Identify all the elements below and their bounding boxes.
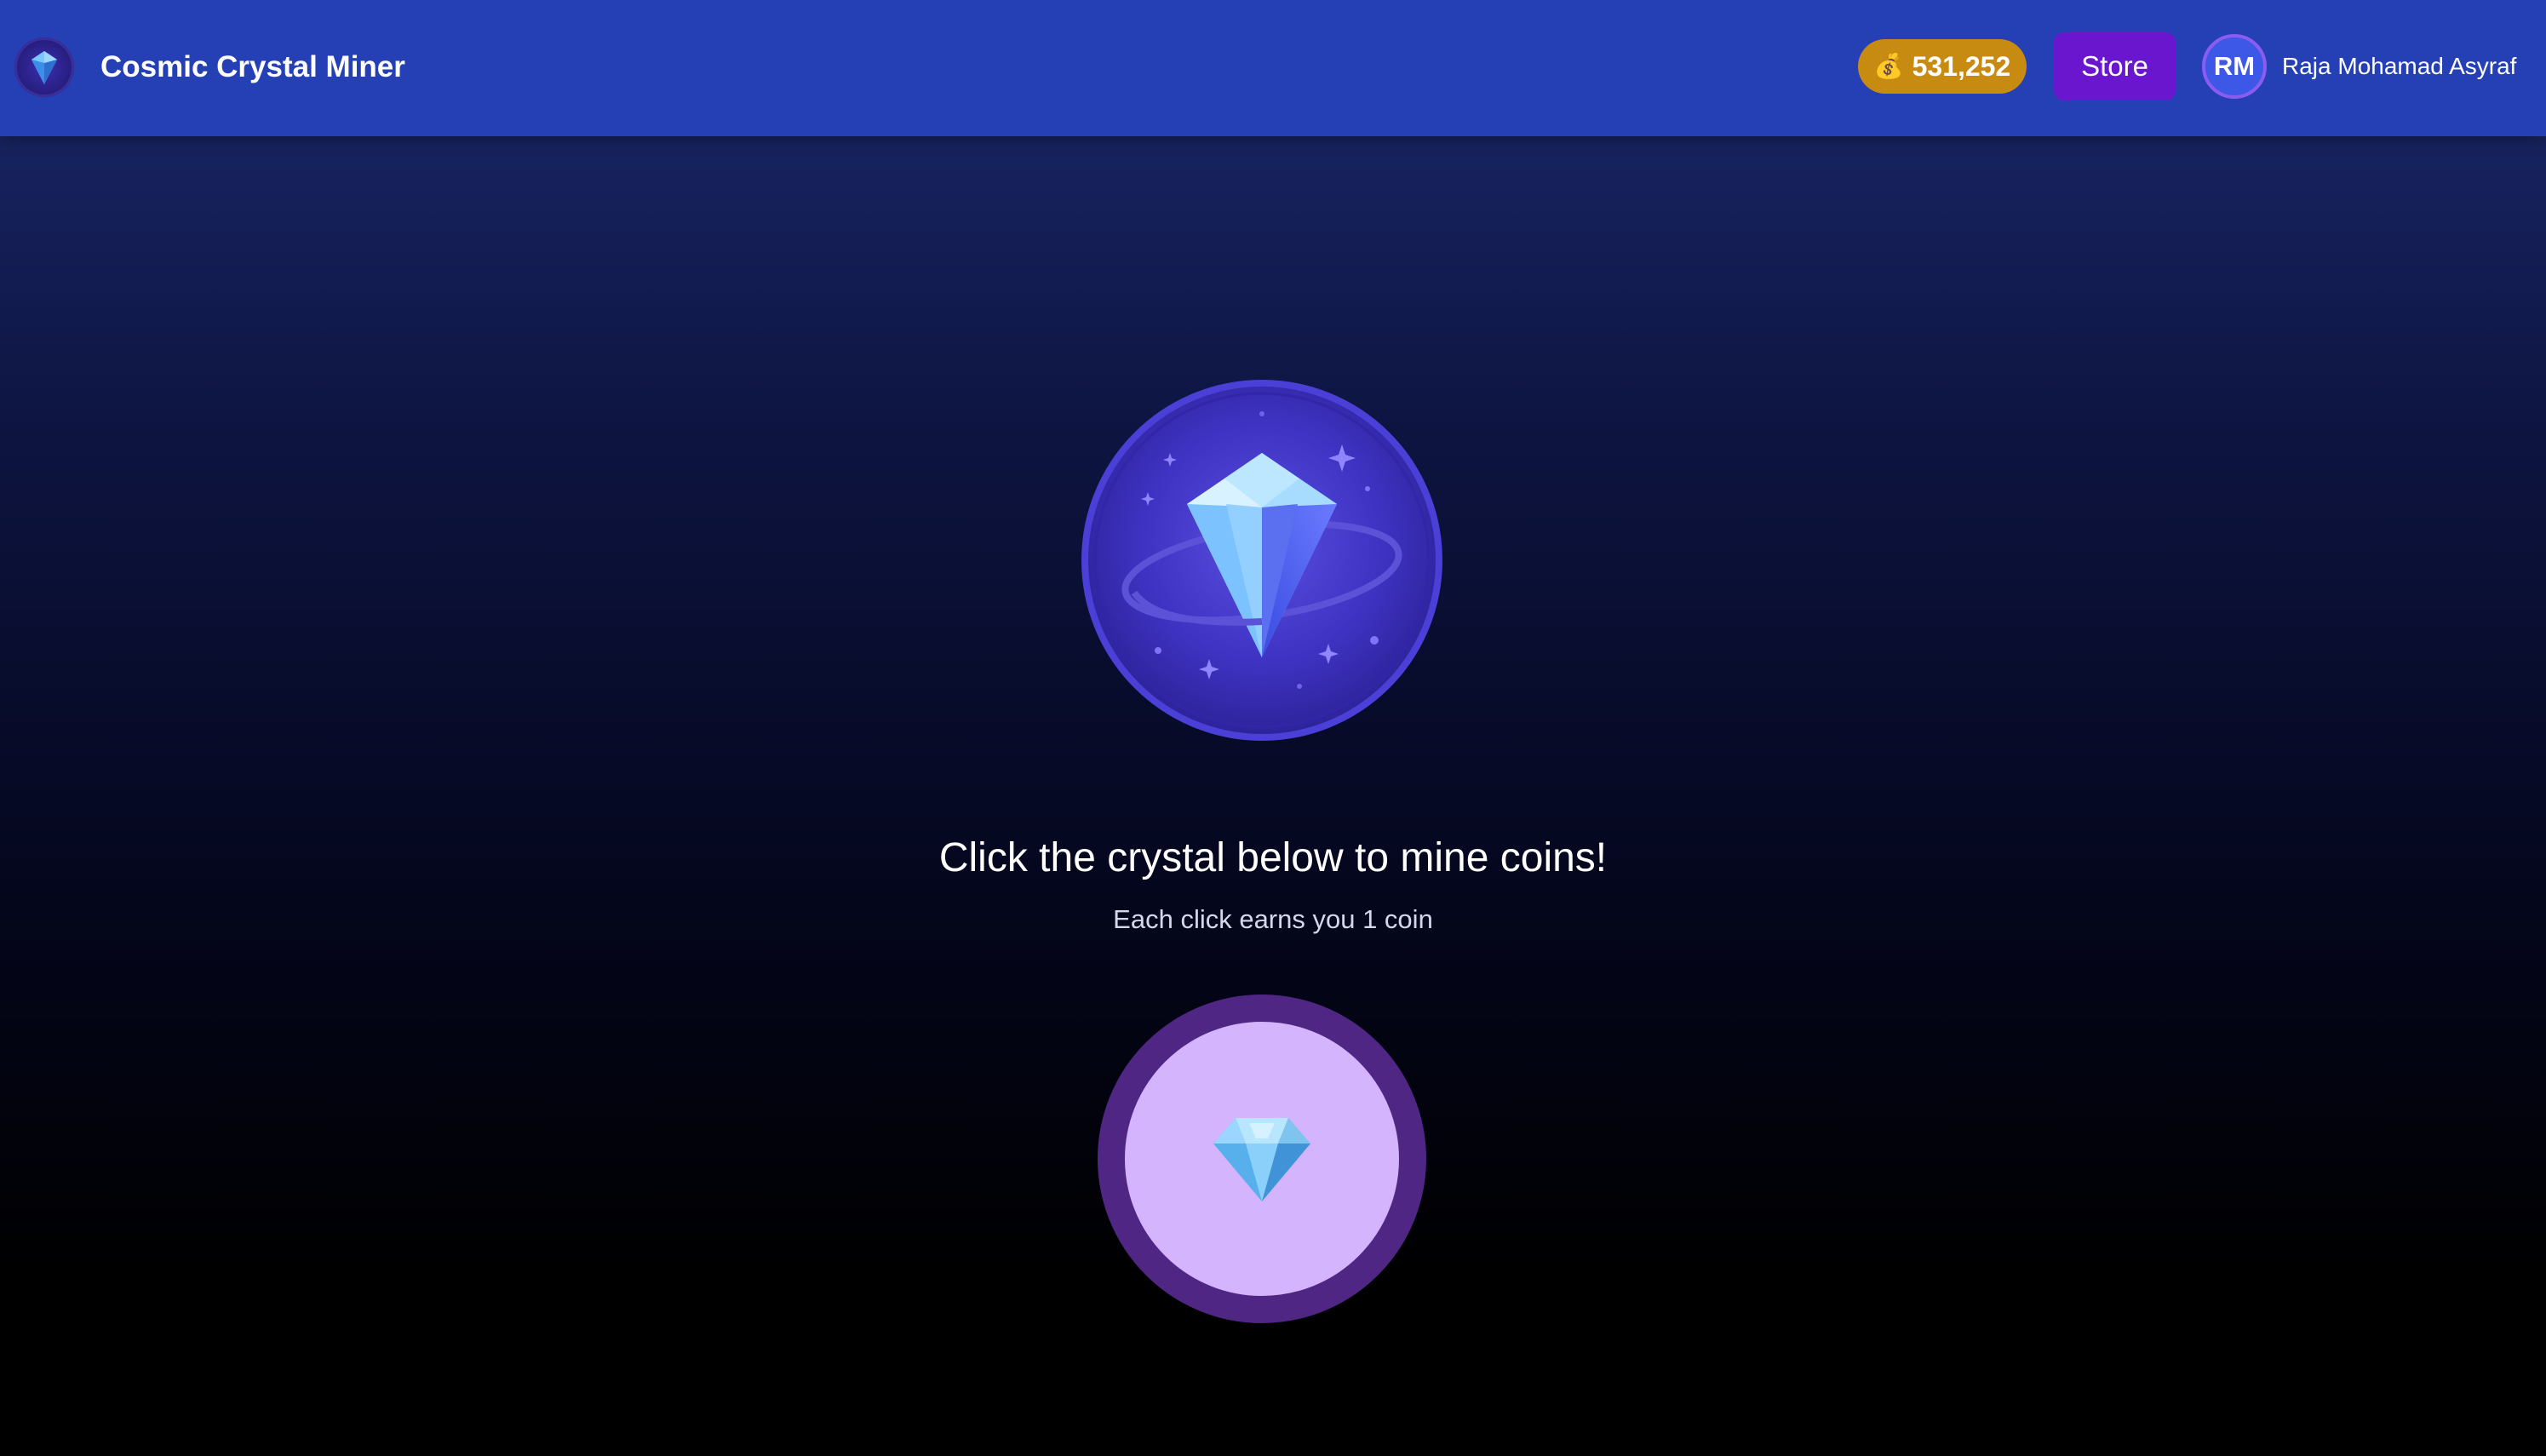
app-title: Cosmic Crystal Miner <box>100 50 405 83</box>
gem-icon <box>32 51 57 84</box>
money-bag-icon: 💰 <box>1873 53 1904 79</box>
store-button[interactable]: Store <box>2054 32 2176 100</box>
avatar[interactable]: RM <box>2202 34 2267 99</box>
gem-icon <box>1213 1118 1310 1201</box>
coin-balance-value: 531,252 <box>1912 50 2011 82</box>
user-menu[interactable]: RM Raja Mohamad Asyraf <box>2202 31 2516 102</box>
crystal-planet-icon <box>1081 380 1442 741</box>
mine-instruction-subtext: Each click earns you 1 coin <box>1113 904 1433 934</box>
top-bar: Cosmic Crystal Miner 💰 531,252 Store RM … <box>0 0 2546 136</box>
user-name: Raja Mohamad Asyraf <box>2282 53 2517 79</box>
app-logo[interactable] <box>14 37 74 97</box>
mine-crystal-button[interactable] <box>1098 995 1426 1323</box>
mine-instruction-heading: Click the crystal below to mine coins! <box>938 835 1608 880</box>
coin-balance-badge: 💰 531,252 <box>1858 39 2027 94</box>
